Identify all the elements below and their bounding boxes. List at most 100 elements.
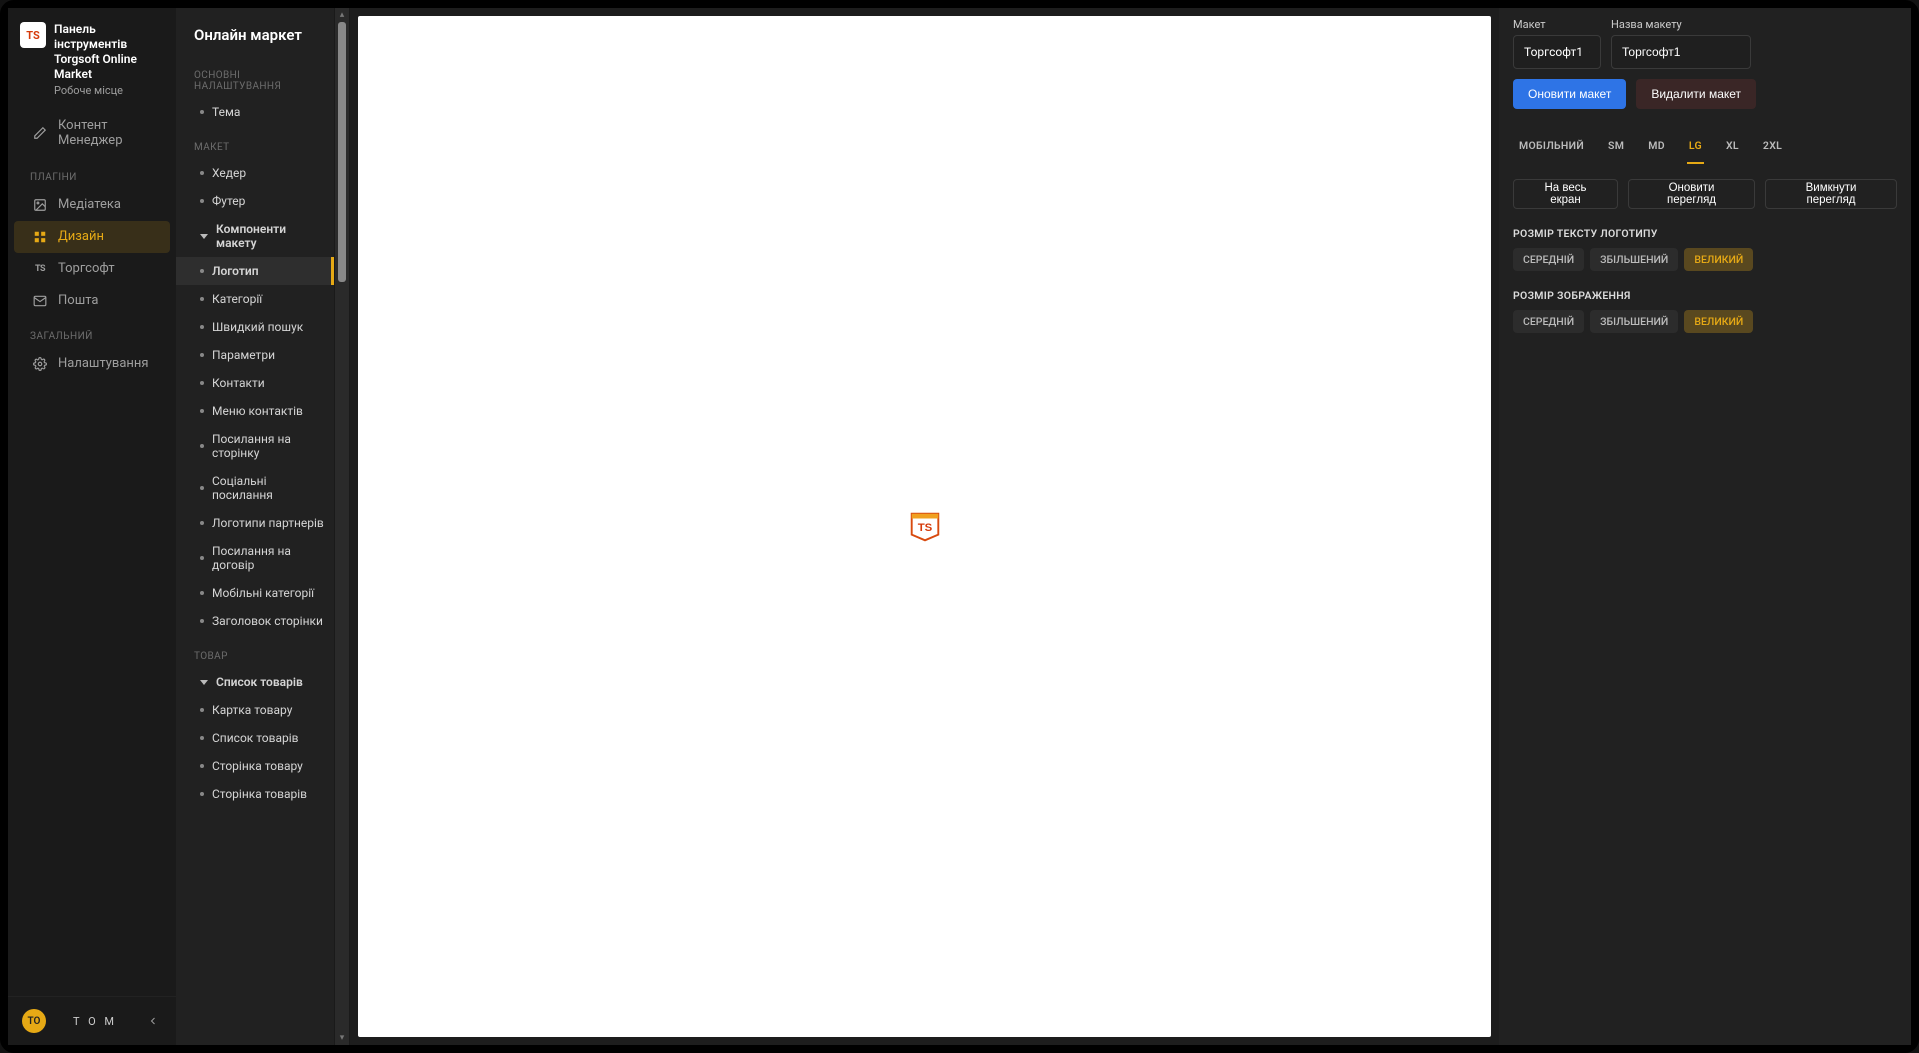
nav-item-torgsoft[interactable]: TSТоргсофт <box>14 253 170 285</box>
preview-logo-icon: TS <box>906 508 944 546</box>
sidebar-footer: TO T O M <box>8 996 176 1045</box>
bullet-icon <box>200 444 204 448</box>
subnav-item-prodpage[interactable]: Сторінка товару <box>176 752 334 780</box>
update-layout-button[interactable]: Оновити макет <box>1513 79 1626 109</box>
nav-content-manager[interactable]: Контент Менеджер <box>14 108 170 158</box>
breakpoint-tabs: МОБІЛЬНИЙ SM MD LG XL 2XL <box>1513 127 1897 165</box>
brand-subtitle: Робоче місце <box>54 84 166 98</box>
subnav-item-label: Список товарів <box>216 675 303 689</box>
setting-label: РОЗМІР ТЕКСТУ ЛОГОТИПУ <box>1513 227 1897 240</box>
subnav-item-footer[interactable]: Футер <box>176 187 334 215</box>
username: T O M <box>60 1015 130 1028</box>
subnav-item-logo[interactable]: Логотип <box>176 257 334 285</box>
subnav-item-prodlist[interactable]: Список товарів <box>176 724 334 752</box>
subnav-title: Онлайн маркет <box>176 8 334 54</box>
pill-med[interactable]: СЕРЕДНІЙ <box>1513 310 1584 333</box>
subnav-item-contract[interactable]: Посилання на договір <box>176 537 334 579</box>
subnav-item-label: Логотипи партнерів <box>212 516 324 530</box>
nav-item-media[interactable]: Медіатека <box>14 189 170 221</box>
collapse-sidebar-button[interactable] <box>144 1012 162 1030</box>
brand-title: Панель інструментів Torgsoft Online Mark… <box>54 22 166 82</box>
brand-block[interactable]: TS Панель інструментів Torgsoft Online M… <box>8 8 176 108</box>
subnav-item-mobcats[interactable]: Мобільні категорії <box>176 579 334 607</box>
subnav-item-label: Сторінка товару <box>212 759 303 773</box>
subnav-item-contacts[interactable]: Контакти <box>176 369 334 397</box>
toggle-preview-button[interactable]: Вимкнути перегляд <box>1765 179 1897 209</box>
breakpoint-tab-xl[interactable]: XL <box>1724 133 1741 164</box>
subnav-item-social[interactable]: Соціальні посилання <box>176 467 334 509</box>
mail-icon <box>32 293 48 309</box>
subnav-item-partners[interactable]: Логотипи партнерів <box>176 509 334 537</box>
pill-big[interactable]: ЗБІЛЬШЕНИЙ <box>1590 310 1678 333</box>
bullet-icon <box>200 521 204 525</box>
breakpoint-tab-sm[interactable]: SM <box>1606 133 1626 164</box>
scroll-thumb[interactable] <box>338 22 346 282</box>
fullscreen-button[interactable]: На весь екран <box>1513 179 1618 209</box>
avatar[interactable]: TO <box>22 1009 46 1033</box>
subnav-group-label: ТОВАР <box>176 635 334 668</box>
subnav-item-label: Сторінка товарів <box>212 787 307 801</box>
nav-item-design[interactable]: Дизайн <box>14 221 170 253</box>
subnav-expandable-список-товарів[interactable]: Список товарів <box>176 668 334 696</box>
subnav-item-prodspage[interactable]: Сторінка товарів <box>176 780 334 808</box>
subnav-item-pagelink[interactable]: Посилання на сторінку <box>176 425 334 467</box>
breakpoint-tab-2xl[interactable]: 2XL <box>1761 133 1784 164</box>
pill-big[interactable]: ЗБІЛЬШЕНИЙ <box>1590 248 1678 271</box>
subnav-item-label: Соціальні посилання <box>212 474 324 502</box>
setting-block-1: РОЗМІР ЗОБРАЖЕННЯСЕРЕДНІЙЗБІЛЬШЕНИЙВЕЛИК… <box>1513 289 1897 333</box>
breakpoint-tab-mobile[interactable]: МОБІЛЬНИЙ <box>1517 133 1586 164</box>
subnav-item-categories[interactable]: Категорії <box>176 285 334 313</box>
bullet-icon <box>200 486 204 490</box>
layout-name-input[interactable] <box>1611 35 1751 69</box>
bullet-icon <box>200 353 204 357</box>
bullet-icon <box>200 591 204 595</box>
subnav-scrollbar[interactable]: ▴ ▾ <box>334 8 350 1045</box>
scroll-up-icon[interactable]: ▴ <box>335 8 349 22</box>
nav-item-label: Медіатека <box>58 197 121 212</box>
subnav-item-pagetitle[interactable]: Заголовок сторінки <box>176 607 334 635</box>
subnav-group-label: МАКЕТ <box>176 126 334 159</box>
subnav-item-contactmenu[interactable]: Меню контактів <box>176 397 334 425</box>
bullet-icon <box>200 110 204 114</box>
breakpoint-tab-md[interactable]: MD <box>1646 133 1667 164</box>
app-root: TS Панель інструментів Torgsoft Online M… <box>0 0 1919 1053</box>
delete-layout-button[interactable]: Видалити макет <box>1636 79 1756 109</box>
nav-section-label: ЗАГАЛЬНИЙ <box>8 317 176 348</box>
subnav-item-label: Категорії <box>212 292 262 306</box>
subnav-item-label: Посилання на сторінку <box>212 432 324 460</box>
bullet-icon <box>200 325 204 329</box>
subnav-group-label: ОСНОВНІ НАЛАШТУВАННЯ <box>176 54 334 98</box>
subnav-item-label: Меню контактів <box>212 404 303 418</box>
pill-med[interactable]: СЕРЕДНІЙ <box>1513 248 1584 271</box>
nav-item-label: Пошта <box>58 293 98 308</box>
subnav-item-quicksearch[interactable]: Швидкий пошук <box>176 313 334 341</box>
bullet-icon <box>200 199 204 203</box>
bullet-icon <box>200 297 204 301</box>
bullet-icon <box>200 409 204 413</box>
scroll-down-icon[interactable]: ▾ <box>335 1031 349 1045</box>
subnav-item-label: Футер <box>212 194 245 208</box>
brand-logo-icon: TS <box>20 22 46 48</box>
brand-text: Панель інструментів Torgsoft Online Mark… <box>54 22 166 98</box>
nav-label: Контент Менеджер <box>58 118 156 148</box>
subnav-item-label: Компоненти макету <box>216 222 324 250</box>
gear-icon <box>32 356 48 372</box>
panel-right: Макет Торгсофт1 Назва макету Оновити мак… <box>1499 8 1911 1045</box>
refresh-preview-button[interactable]: Оновити перегляд <box>1628 179 1755 209</box>
preview-area: TS <box>350 8 1499 1045</box>
nav-item-label: Торгсофт <box>58 261 115 276</box>
subnav-item-params[interactable]: Параметри <box>176 341 334 369</box>
image-icon <box>32 197 48 213</box>
layout-select[interactable]: Торгсофт1 <box>1513 35 1601 69</box>
bullet-icon <box>200 171 204 175</box>
nav-item-mail[interactable]: Пошта <box>14 285 170 317</box>
subnav-item-theme[interactable]: Тема <box>176 98 334 126</box>
nav-item-settings[interactable]: Налаштування <box>14 348 170 380</box>
subnav-item-prodcard[interactable]: Картка товару <box>176 696 334 724</box>
subnav-expandable-компоненти-макету[interactable]: Компоненти макету <box>176 215 334 257</box>
breakpoint-tab-lg[interactable]: LG <box>1687 133 1704 164</box>
subnav-item-header[interactable]: Хедер <box>176 159 334 187</box>
layout-icon <box>32 229 48 245</box>
pill-huge[interactable]: ВЕЛИКИЙ <box>1684 310 1753 333</box>
pill-huge[interactable]: ВЕЛИКИЙ <box>1684 248 1753 271</box>
